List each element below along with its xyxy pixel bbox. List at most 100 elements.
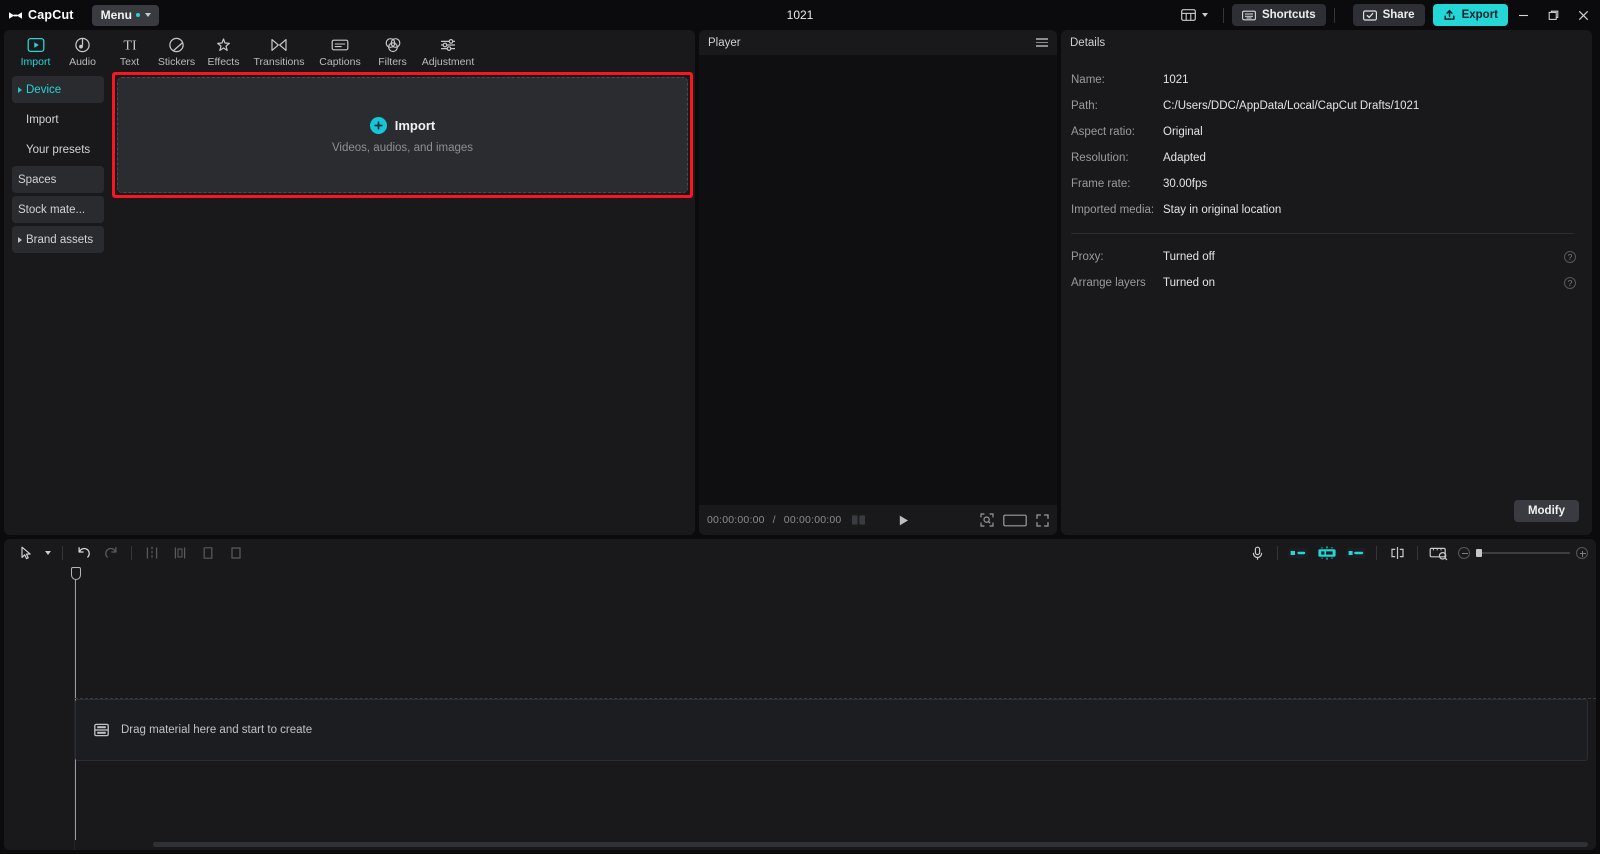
detail-value: Turned off bbox=[1163, 251, 1215, 263]
zoom-out-icon[interactable] bbox=[1458, 547, 1470, 559]
delete-button[interactable] bbox=[222, 542, 250, 564]
timeline-drop-target[interactable]: Drag material here and start to create bbox=[75, 699, 1588, 761]
auto-beat-button[interactable] bbox=[1312, 542, 1342, 564]
link-clip-icon bbox=[1346, 546, 1366, 560]
zoom-in-icon[interactable] bbox=[1576, 547, 1588, 559]
trim-left-button[interactable] bbox=[166, 542, 194, 564]
undo-button[interactable] bbox=[69, 542, 97, 564]
tab-effects[interactable]: Effects bbox=[200, 33, 247, 68]
select-tool[interactable] bbox=[12, 542, 40, 564]
trim-left-icon bbox=[173, 546, 187, 560]
captions-icon bbox=[331, 36, 349, 54]
mix-audio-icon bbox=[1288, 546, 1308, 560]
layout-icon bbox=[1181, 9, 1196, 21]
maximize-button[interactable] bbox=[1538, 0, 1568, 30]
detail-label: Proxy: bbox=[1071, 251, 1104, 263]
text-ti-icon: TI bbox=[120, 36, 140, 54]
help-icon[interactable]: ? bbox=[1564, 277, 1576, 289]
sidebar-item-brand-assets[interactable]: Brand assets bbox=[12, 226, 104, 253]
sidebar-item-label: Spaces bbox=[18, 173, 57, 186]
details-body: Name: 1021 Path: C:/Users/DDC/AppData/Lo… bbox=[1061, 55, 1592, 495]
cursor-select-icon bbox=[20, 546, 33, 560]
tab-text[interactable]: TI Text bbox=[106, 33, 153, 68]
chevron-down-icon bbox=[1201, 13, 1208, 17]
microphone-icon bbox=[1251, 546, 1264, 561]
record-voiceover-button[interactable] bbox=[1243, 542, 1271, 564]
sidebar-item-import[interactable]: Import bbox=[12, 106, 104, 133]
sidebar-item-device[interactable]: Device bbox=[12, 76, 104, 103]
detail-row-imported-media: Imported media: Stay in original locatio… bbox=[1071, 197, 1578, 223]
transitions-bowtie-icon bbox=[270, 36, 288, 54]
total-time: 00:00:00:00 bbox=[783, 514, 842, 526]
mix-audio-button[interactable] bbox=[1284, 542, 1312, 564]
plus-circle-icon bbox=[369, 116, 387, 134]
sidebar-item-spaces[interactable]: Spaces bbox=[12, 166, 104, 193]
sidebar-item-label: Your presets bbox=[26, 143, 91, 156]
aspect-ratio-icon[interactable] bbox=[1003, 514, 1027, 527]
audio-note-icon bbox=[74, 36, 91, 54]
close-button[interactable] bbox=[1568, 0, 1598, 30]
zoom-knob[interactable] bbox=[1476, 549, 1482, 557]
detail-label: Resolution: bbox=[1071, 152, 1129, 164]
crop-focus-icon[interactable] bbox=[980, 513, 994, 527]
detail-label: Frame rate: bbox=[1071, 178, 1131, 190]
timeline-toolbar bbox=[4, 539, 1596, 567]
timeline-tracks[interactable]: Drag material here and start to create bbox=[70, 567, 1596, 850]
app-brand: CapCut bbox=[0, 8, 74, 22]
chevron-down-icon bbox=[45, 551, 51, 555]
frame-step-icon[interactable] bbox=[851, 514, 867, 526]
help-icon[interactable]: ? bbox=[1564, 251, 1576, 263]
export-button[interactable]: Export bbox=[1432, 4, 1508, 26]
timeline-zoom-slider[interactable] bbox=[1458, 547, 1588, 559]
sidebar-item-label: Brand assets bbox=[26, 233, 94, 246]
player-canvas[interactable] bbox=[699, 55, 1057, 505]
tab-adjustment[interactable]: Adjustment bbox=[416, 33, 480, 68]
shortcuts-button[interactable]: Shortcuts bbox=[1231, 4, 1326, 26]
playhead-handle[interactable] bbox=[70, 567, 81, 580]
main-row: Import Audio TI Text Stickers Effects Tr… bbox=[0, 30, 1600, 535]
player-panel: Player 00:00:00:00 / 00:00:00:00 bbox=[699, 30, 1057, 535]
fullscreen-icon[interactable] bbox=[1036, 513, 1049, 527]
details-header: Details bbox=[1061, 30, 1592, 55]
preview-axis-button[interactable] bbox=[1424, 542, 1454, 564]
timeline-area: Drag material here and start to create bbox=[4, 567, 1596, 850]
divider bbox=[1417, 546, 1418, 560]
tab-filters[interactable]: Filters bbox=[369, 33, 416, 68]
sidebar-item-label: Stock mate... bbox=[18, 203, 86, 216]
detail-value: 30.00fps bbox=[1163, 178, 1208, 190]
hamburger-icon[interactable] bbox=[1036, 38, 1048, 47]
minimize-button[interactable] bbox=[1508, 0, 1538, 30]
menu-button[interactable]: Menu bbox=[91, 4, 159, 26]
zoom-track[interactable] bbox=[1476, 549, 1570, 557]
split-button[interactable] bbox=[138, 542, 166, 564]
tab-import[interactable]: Import bbox=[12, 33, 59, 68]
timeline-horizontal-scrollbar[interactable] bbox=[153, 842, 1588, 847]
divider bbox=[131, 546, 132, 560]
tab-stickers[interactable]: Stickers bbox=[153, 33, 200, 68]
redo-button[interactable] bbox=[97, 542, 125, 564]
details-footer: Modify bbox=[1061, 495, 1592, 535]
tab-audio[interactable]: Audio bbox=[59, 33, 106, 68]
sidebar-item-stock-materials[interactable]: Stock mate... bbox=[12, 196, 104, 223]
player-controls: 00:00:00:00 / 00:00:00:00 bbox=[699, 505, 1057, 535]
trim-right-button[interactable] bbox=[194, 542, 222, 564]
snap-toggle-button[interactable] bbox=[1383, 542, 1411, 564]
sidebar-item-your-presets[interactable]: Your presets bbox=[12, 136, 104, 163]
play-icon[interactable] bbox=[897, 514, 910, 527]
link-clip-button[interactable] bbox=[1342, 542, 1370, 564]
tab-label: Text bbox=[119, 56, 140, 68]
import-dropzone[interactable]: Import Videos, audios, and images bbox=[117, 77, 688, 193]
share-button[interactable]: Share bbox=[1352, 4, 1425, 26]
detail-label: Aspect ratio: bbox=[1071, 126, 1135, 138]
tab-label: Transitions bbox=[253, 56, 305, 68]
brand-label: CapCut bbox=[28, 8, 74, 22]
sidebar-item-label: Device bbox=[26, 83, 62, 96]
layout-button[interactable] bbox=[1174, 5, 1215, 25]
modify-button[interactable]: Modify bbox=[1513, 500, 1579, 522]
select-tool-dropdown[interactable] bbox=[40, 542, 56, 564]
tab-captions[interactable]: Captions bbox=[311, 33, 369, 68]
tab-transitions[interactable]: Transitions bbox=[247, 33, 311, 68]
drop-hint-label: Drag material here and start to create bbox=[121, 724, 313, 736]
svg-text:TI: TI bbox=[123, 39, 137, 53]
export-label: Export bbox=[1461, 9, 1498, 21]
